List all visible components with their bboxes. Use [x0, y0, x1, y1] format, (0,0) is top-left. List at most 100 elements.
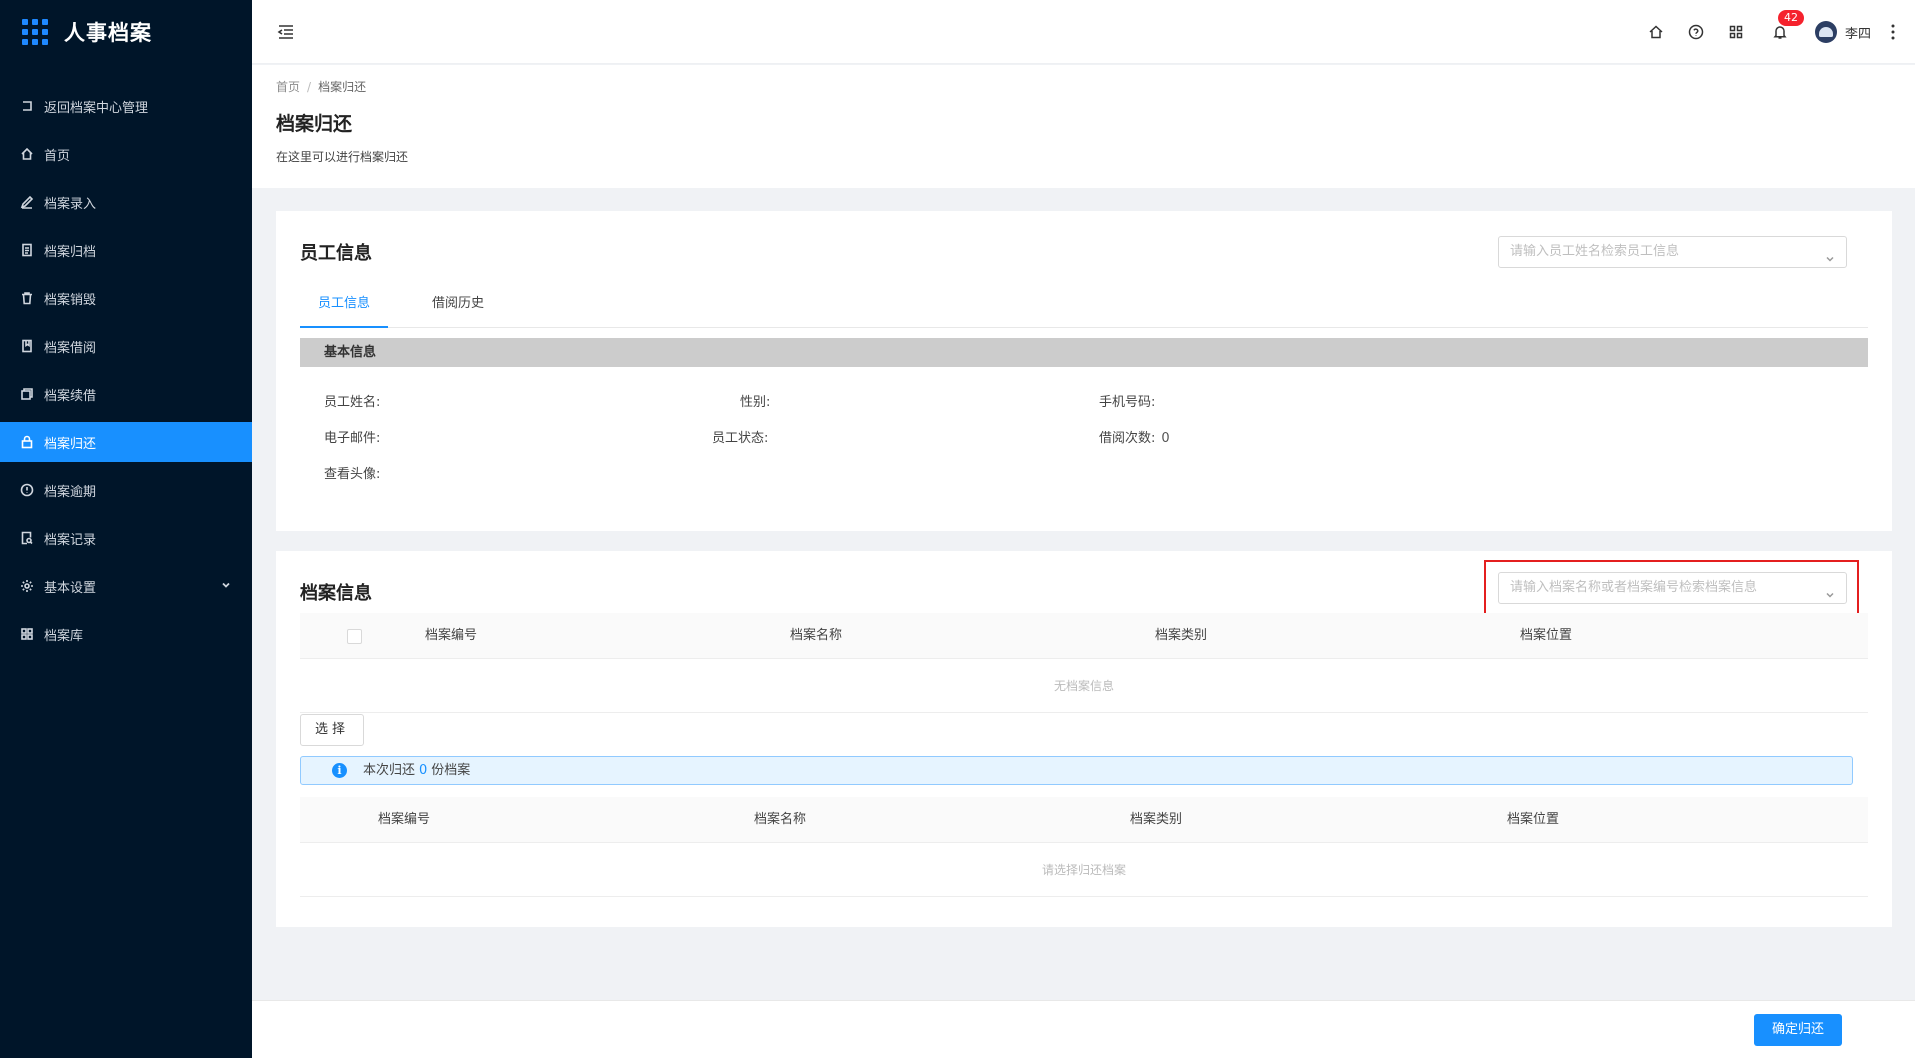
select-button[interactable]: 选择	[300, 714, 364, 746]
table-header: 档案编号 档案名称 档案类别 档案位置	[300, 797, 1868, 843]
alert-circle-icon	[20, 483, 34, 497]
breadcrumb-separator: /	[307, 80, 312, 94]
field-label: 借阅次数:	[1099, 431, 1156, 446]
sidebar-item-label: 档案借阅	[44, 340, 97, 356]
user-name[interactable]: 李四	[1845, 23, 1871, 42]
column-header: 档案位置	[1507, 812, 1560, 827]
book-icon	[20, 339, 34, 353]
sidebar-item-destroy[interactable]: 档案销毁	[0, 278, 252, 318]
sidebar-item-label: 首页	[44, 148, 71, 164]
top-header: 42 李四	[252, 0, 1915, 64]
chevron-down-icon	[1824, 247, 1836, 262]
sidebar-item-return-center[interactable]: 返回档案中心管理	[0, 86, 252, 126]
apps-icon[interactable]	[1727, 23, 1745, 41]
select-all-checkbox[interactable]	[347, 629, 362, 644]
delete-icon	[20, 291, 34, 305]
copy-icon	[20, 387, 34, 401]
selected-archive-table: 档案编号 档案名称 档案类别 档案位置 请选择归还档案	[300, 797, 1868, 897]
chevron-down-icon	[1824, 583, 1836, 598]
sidebar-item-label: 档案归档	[44, 244, 97, 260]
confirm-return-button[interactable]: 确定归还	[1754, 1014, 1842, 1046]
sidebar-item-borrow[interactable]: 档案借阅	[0, 326, 252, 366]
field-view-avatar: 查看头像:	[324, 463, 380, 482]
chevron-down-icon	[220, 579, 232, 591]
sidebar-item-label: 基本设置	[44, 580, 97, 596]
help-icon[interactable]	[1687, 23, 1705, 41]
alert-prefix: 本次归还	[363, 763, 416, 778]
sidebar-item-overdue[interactable]: 档案逾期	[0, 470, 252, 510]
app-logo[interactable]: 人事档案	[0, 0, 252, 64]
sidebar-item-settings[interactable]: 基本设置	[0, 566, 252, 606]
employee-search-select[interactable]: 请输入员工姓名检索员工信息	[1498, 236, 1847, 268]
sidebar-item-label: 档案销毁	[44, 292, 97, 308]
file-search-icon	[20, 531, 34, 545]
lock-icon	[20, 435, 34, 449]
avatar[interactable]	[1814, 21, 1837, 43]
sidebar-item-label: 档案记录	[44, 532, 97, 548]
sidebar-item-archive[interactable]: 档案归档	[0, 230, 252, 270]
apps-grid-icon	[22, 19, 48, 45]
return-count-alert: i 本次归还 0 份档案	[300, 756, 1853, 785]
employee-section-title: 员工信息	[300, 243, 372, 264]
column-header: 档案位置	[1520, 628, 1573, 643]
column-header: 档案类别	[1155, 628, 1208, 643]
archive-search-select[interactable]: 请输入档案名称或者档案编号检索档案信息	[1498, 572, 1847, 604]
page-header: 首页 / 档案归还 档案归还 在这里可以进行档案归还	[252, 65, 1915, 188]
sidebar-item-label: 档案归还	[44, 436, 97, 452]
sidebar-item-home[interactable]: 首页	[0, 134, 252, 174]
sidebar-item-renew[interactable]: 档案续借	[0, 374, 252, 414]
employee-tabs: 员工信息 借阅历史	[300, 285, 1868, 328]
info-icon: i	[332, 763, 347, 778]
tab-borrow-history[interactable]: 借阅历史	[414, 285, 502, 328]
column-header: 档案类别	[1130, 812, 1183, 827]
field-employee-name: 员工姓名:	[324, 391, 380, 410]
sidebar-item-label: 档案逾期	[44, 484, 97, 500]
column-header: 档案名称	[790, 628, 843, 643]
archive-search-placeholder: 请输入档案名称或者档案编号检索档案信息	[1510, 580, 1758, 595]
tab-employee-info[interactable]: 员工信息	[300, 285, 388, 328]
sidebar-item-entry[interactable]: 档案录入	[0, 182, 252, 222]
sidebar-item-label: 档案录入	[44, 196, 97, 212]
column-header: 档案编号	[378, 812, 431, 827]
archive-search-table: 档案编号 档案名称 档案类别 档案位置 无档案信息	[300, 613, 1868, 713]
column-header: 档案编号	[425, 628, 478, 643]
home-icon[interactable]	[1647, 23, 1665, 41]
alert-suffix: 份档案	[431, 763, 471, 778]
table-empty-text: 无档案信息	[300, 659, 1868, 713]
sidebar-item-records[interactable]: 档案记录	[0, 518, 252, 558]
table-empty-text: 请选择归还档案	[300, 843, 1868, 897]
basic-info-header: 基本信息	[300, 338, 1868, 367]
field-employee-status: 员工状态:	[712, 427, 768, 446]
field-email: 电子邮件:	[324, 427, 380, 446]
field-label: 查看头像:	[324, 467, 381, 482]
grid-icon	[20, 627, 34, 641]
header-actions: 42 李四	[1625, 0, 1915, 64]
borrow-count-value: 0	[1161, 431, 1170, 446]
footer-bar: 确定归还	[252, 1000, 1915, 1058]
field-gender: 性别:	[740, 391, 770, 410]
menu-fold-icon[interactable]	[276, 22, 296, 42]
bell-icon[interactable]: 42	[1771, 9, 1805, 41]
field-label: 手机号码:	[1099, 395, 1156, 410]
more-vertical-icon[interactable]	[1885, 23, 1901, 41]
archive-info-card: 档案信息 请输入档案名称或者档案编号检索档案信息 档案编号 档案名称 档案类别 …	[276, 551, 1892, 927]
home-icon	[20, 147, 34, 161]
archive-section-title: 档案信息	[300, 583, 372, 604]
sidebar-item-library[interactable]: 档案库	[0, 614, 252, 654]
sidebar-item-label: 返回档案中心管理	[44, 100, 149, 116]
breadcrumb-current: 档案归还	[318, 80, 367, 94]
return-icon	[20, 99, 34, 113]
field-label: 性别:	[740, 395, 771, 410]
column-header: 档案名称	[754, 812, 807, 827]
sidebar-menu: 返回档案中心管理 首页 档案录入 档案归档 档案销毁 档案借阅 档案续借 档案归…	[0, 86, 252, 654]
breadcrumb-home[interactable]: 首页	[276, 80, 300, 94]
employee-search-placeholder: 请输入员工姓名检索员工信息	[1510, 244, 1680, 259]
notification-badge: 42	[1776, 9, 1805, 27]
field-label: 员工姓名:	[324, 395, 381, 410]
sidebar-item-label: 档案续借	[44, 388, 97, 404]
breadcrumb: 首页 / 档案归还	[276, 78, 366, 95]
sidebar-item-return[interactable]: 档案归还	[0, 422, 252, 462]
employee-info-card: 员工信息 请输入员工姓名检索员工信息 员工信息 借阅历史 基本信息 员工姓名: …	[276, 211, 1892, 531]
field-phone: 手机号码:	[1099, 391, 1155, 410]
page-description: 在这里可以进行档案归还	[276, 150, 409, 164]
